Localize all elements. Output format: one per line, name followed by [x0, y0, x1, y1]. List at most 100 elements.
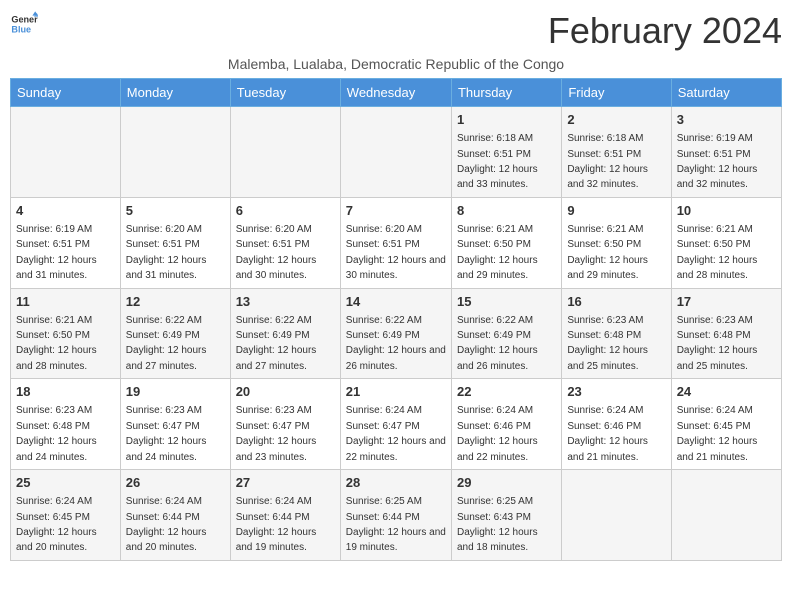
calendar-cell: 5 Sunrise: 6:20 AM Sunset: 6:51 PM Daylig… [120, 197, 230, 288]
calendar-header-row: SundayMondayTuesdayWednesdayThursdayFrid… [11, 79, 782, 107]
day-header-monday: Monday [120, 79, 230, 107]
day-header-thursday: Thursday [451, 79, 561, 107]
day-info: Sunrise: 6:24 AM Sunset: 6:46 PM Dayligh… [567, 405, 648, 462]
day-number: 18 [16, 383, 115, 401]
calendar-cell: 15 Sunrise: 6:22 AM Sunset: 6:49 PM Dayli… [451, 288, 561, 379]
calendar-cell: 10 Sunrise: 6:21 AM Sunset: 6:50 PM Dayli… [671, 197, 781, 288]
calendar-week-row: 1 Sunrise: 6:18 AM Sunset: 6:51 PM Daylig… [11, 107, 782, 198]
calendar-cell [230, 107, 340, 198]
day-number: 8 [457, 202, 556, 220]
day-info: Sunrise: 6:18 AM Sunset: 6:51 PM Dayligh… [567, 133, 648, 190]
calendar-cell: 28 Sunrise: 6:25 AM Sunset: 6:44 PM Dayli… [340, 470, 451, 561]
calendar-cell: 29 Sunrise: 6:25 AM Sunset: 6:43 PM Dayli… [451, 470, 561, 561]
calendar-cell: 19 Sunrise: 6:23 AM Sunset: 6:47 PM Dayli… [120, 379, 230, 470]
day-number: 5 [126, 202, 225, 220]
logo-icon: General Blue [10, 10, 38, 38]
day-info: Sunrise: 6:23 AM Sunset: 6:48 PM Dayligh… [567, 315, 648, 372]
day-info: Sunrise: 6:18 AM Sunset: 6:51 PM Dayligh… [457, 133, 538, 190]
calendar-cell [340, 107, 451, 198]
logo: General Blue [10, 10, 38, 38]
day-number: 16 [567, 293, 665, 311]
day-number: 7 [346, 202, 446, 220]
day-info: Sunrise: 6:24 AM Sunset: 6:45 PM Dayligh… [677, 405, 758, 462]
day-info: Sunrise: 6:23 AM Sunset: 6:48 PM Dayligh… [16, 405, 97, 462]
calendar-cell: 1 Sunrise: 6:18 AM Sunset: 6:51 PM Daylig… [451, 107, 561, 198]
calendar-cell: 13Sunrise: 6:22 AM Sunset: 6:49 PM Dayli… [230, 288, 340, 379]
calendar-cell: 11 Sunrise: 6:21 AM Sunset: 6:50 PM Dayli… [11, 288, 121, 379]
day-number: 19 [126, 383, 225, 401]
day-number: 21 [346, 383, 446, 401]
calendar-cell: 9Sunrise: 6:21 AM Sunset: 6:50 PM Daylig… [562, 197, 671, 288]
calendar-cell: 12 Sunrise: 6:22 AM Sunset: 6:49 PM Dayli… [120, 288, 230, 379]
day-header-saturday: Saturday [671, 79, 781, 107]
day-info: Sunrise: 6:25 AM Sunset: 6:44 PM Dayligh… [346, 496, 446, 553]
day-info: Sunrise: 6:24 AM Sunset: 6:46 PM Dayligh… [457, 405, 538, 462]
day-info: Sunrise: 6:24 AM Sunset: 6:44 PM Dayligh… [236, 496, 317, 553]
day-number: 12 [126, 293, 225, 311]
day-info: Sunrise: 6:20 AM Sunset: 6:51 PM Dayligh… [346, 224, 446, 281]
day-info: Sunrise: 6:19 AM Sunset: 6:51 PM Dayligh… [677, 133, 758, 190]
day-info: Sunrise: 6:22 AM Sunset: 6:49 PM Dayligh… [457, 315, 538, 372]
day-number: 15 [457, 293, 556, 311]
calendar-cell: 26Sunrise: 6:24 AM Sunset: 6:44 PM Dayli… [120, 470, 230, 561]
day-info: Sunrise: 6:21 AM Sunset: 6:50 PM Dayligh… [16, 315, 97, 372]
calendar-cell: 3 Sunrise: 6:19 AM Sunset: 6:51 PM Daylig… [671, 107, 781, 198]
day-info: Sunrise: 6:21 AM Sunset: 6:50 PM Dayligh… [567, 224, 648, 281]
calendar-cell: 21Sunrise: 6:24 AM Sunset: 6:47 PM Dayli… [340, 379, 451, 470]
calendar-cell: 16 Sunrise: 6:23 AM Sunset: 6:48 PM Dayli… [562, 288, 671, 379]
calendar-cell: 20Sunrise: 6:23 AM Sunset: 6:47 PM Dayli… [230, 379, 340, 470]
day-header-friday: Friday [562, 79, 671, 107]
day-number: 28 [346, 474, 446, 492]
day-number: 26 [126, 474, 225, 492]
calendar-cell: 23 Sunrise: 6:24 AM Sunset: 6:46 PM Dayli… [562, 379, 671, 470]
day-number: 14 [346, 293, 446, 311]
calendar-week-row: 4Sunrise: 6:19 AM Sunset: 6:51 PM Daylig… [11, 197, 782, 288]
day-info: Sunrise: 6:24 AM Sunset: 6:45 PM Dayligh… [16, 496, 97, 553]
subtitle: Malemba, Lualaba, Democratic Republic of… [10, 56, 782, 72]
day-number: 2 [567, 111, 665, 129]
day-header-wednesday: Wednesday [340, 79, 451, 107]
calendar-cell [671, 470, 781, 561]
calendar-cell: 25Sunrise: 6:24 AM Sunset: 6:45 PM Dayli… [11, 470, 121, 561]
svg-text:Blue: Blue [11, 24, 31, 34]
calendar-cell: 27 Sunrise: 6:24 AM Sunset: 6:44 PM Dayli… [230, 470, 340, 561]
main-title: February 2024 [548, 10, 782, 52]
calendar-cell: 17Sunrise: 6:23 AM Sunset: 6:48 PM Dayli… [671, 288, 781, 379]
day-info: Sunrise: 6:22 AM Sunset: 6:49 PM Dayligh… [346, 315, 446, 372]
day-number: 22 [457, 383, 556, 401]
day-header-sunday: Sunday [11, 79, 121, 107]
day-number: 27 [236, 474, 335, 492]
svg-text:General: General [11, 15, 38, 25]
day-number: 29 [457, 474, 556, 492]
calendar-cell [562, 470, 671, 561]
day-info: Sunrise: 6:22 AM Sunset: 6:49 PM Dayligh… [126, 315, 207, 372]
day-header-tuesday: Tuesday [230, 79, 340, 107]
day-info: Sunrise: 6:23 AM Sunset: 6:47 PM Dayligh… [236, 405, 317, 462]
day-number: 4 [16, 202, 115, 220]
title-area: February 2024 [548, 10, 782, 52]
day-info: Sunrise: 6:23 AM Sunset: 6:47 PM Dayligh… [126, 405, 207, 462]
calendar-cell [11, 107, 121, 198]
calendar-cell: 4Sunrise: 6:19 AM Sunset: 6:51 PM Daylig… [11, 197, 121, 288]
day-info: Sunrise: 6:25 AM Sunset: 6:43 PM Dayligh… [457, 496, 538, 553]
day-number: 10 [677, 202, 776, 220]
calendar-cell: 7 Sunrise: 6:20 AM Sunset: 6:51 PM Daylig… [340, 197, 451, 288]
calendar-table: SundayMondayTuesdayWednesdayThursdayFrid… [10, 78, 782, 561]
calendar-body: 1 Sunrise: 6:18 AM Sunset: 6:51 PM Daylig… [11, 107, 782, 561]
day-number: 11 [16, 293, 115, 311]
day-info: Sunrise: 6:21 AM Sunset: 6:50 PM Dayligh… [677, 224, 758, 281]
day-info: Sunrise: 6:20 AM Sunset: 6:51 PM Dayligh… [236, 224, 317, 281]
calendar-cell: 22 Sunrise: 6:24 AM Sunset: 6:46 PM Dayli… [451, 379, 561, 470]
calendar-week-row: 11 Sunrise: 6:21 AM Sunset: 6:50 PM Dayli… [11, 288, 782, 379]
day-number: 3 [677, 111, 776, 129]
day-info: Sunrise: 6:21 AM Sunset: 6:50 PM Dayligh… [457, 224, 538, 281]
day-info: Sunrise: 6:22 AM Sunset: 6:49 PM Dayligh… [236, 315, 317, 372]
calendar-cell: 18 Sunrise: 6:23 AM Sunset: 6:48 PM Dayli… [11, 379, 121, 470]
day-number: 17 [677, 293, 776, 311]
calendar-cell: 6Sunrise: 6:20 AM Sunset: 6:51 PM Daylig… [230, 197, 340, 288]
day-number: 1 [457, 111, 556, 129]
calendar-cell: 2 Sunrise: 6:18 AM Sunset: 6:51 PM Daylig… [562, 107, 671, 198]
day-number: 23 [567, 383, 665, 401]
calendar-week-row: 18 Sunrise: 6:23 AM Sunset: 6:48 PM Dayli… [11, 379, 782, 470]
day-info: Sunrise: 6:20 AM Sunset: 6:51 PM Dayligh… [126, 224, 207, 281]
